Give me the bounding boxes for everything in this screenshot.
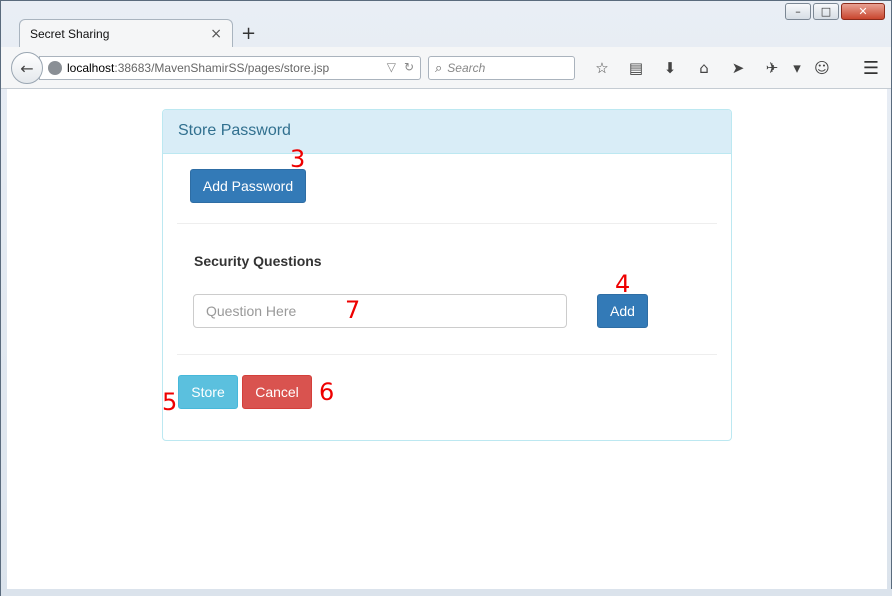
back-button[interactable]: ← — [11, 52, 43, 84]
globe-icon — [48, 61, 62, 75]
add-question-button[interactable]: Add — [597, 294, 648, 328]
add-password-button[interactable]: Add Password — [190, 169, 306, 203]
toolbar-icons: ☆ ▤ ⬇ ⌂ ➤ ✈ ▾ ☺ — [585, 58, 839, 78]
addon-icon[interactable]: ✈ — [755, 58, 789, 78]
search-input[interactable]: ⌕ Search — [428, 56, 575, 80]
navigation-bar: localhost :38683/MavenShamirSS/pages/sto… — [1, 47, 891, 89]
page-content: Store Password Add Password Security Que… — [7, 89, 887, 589]
home-icon[interactable]: ⌂ — [687, 58, 721, 78]
cancel-button[interactable]: Cancel — [242, 375, 312, 409]
reload-icon[interactable]: ↻ — [404, 60, 414, 74]
store-button[interactable]: Store — [178, 375, 238, 409]
send-icon[interactable]: ➤ — [721, 58, 755, 78]
panel-heading: Store Password — [163, 110, 731, 154]
url-dropdown-icon[interactable]: ▽ — [387, 60, 396, 74]
dropdown-icon[interactable]: ▾ — [789, 58, 805, 78]
store-password-panel: Store Password Add Password Security Que… — [162, 109, 732, 441]
annotation-7: 7 — [345, 296, 361, 324]
annotation-3: 3 — [290, 145, 306, 173]
url-path: :38683/MavenShamirSS/pages/store.jsp — [114, 61, 330, 75]
download-icon[interactable]: ⬇ — [653, 58, 687, 78]
question-input[interactable] — [193, 294, 567, 328]
bookmark-star-icon[interactable]: ☆ — [585, 58, 619, 78]
tab-strip: Secret Sharing × + — [1, 1, 891, 48]
close-icon[interactable]: × — [210, 26, 222, 42]
new-tab-icon[interactable]: + — [241, 23, 256, 44]
security-questions-label: Security Questions — [194, 253, 322, 269]
browser-window: – □ ✕ Secret Sharing × + localhost :3868… — [0, 0, 892, 596]
tab-secret-sharing[interactable]: Secret Sharing × — [19, 19, 233, 48]
divider — [177, 223, 717, 224]
annotation-4: 4 — [615, 270, 631, 298]
search-placeholder: Search — [447, 61, 486, 75]
window-bottom-border — [1, 589, 892, 596]
tab-title: Secret Sharing — [30, 27, 110, 41]
url-tools: ▽ ↻ — [387, 60, 414, 74]
search-icon: ⌕ — [435, 60, 443, 76]
annotation-5: 5 — [162, 388, 178, 416]
divider — [177, 354, 717, 355]
url-bar[interactable]: localhost :38683/MavenShamirSS/pages/sto… — [39, 56, 421, 80]
chat-icon[interactable]: ☺ — [805, 58, 839, 78]
annotation-6: 6 — [319, 378, 335, 406]
url-host: localhost — [67, 61, 115, 75]
reading-list-icon[interactable]: ▤ — [619, 58, 653, 78]
back-arrow-icon: ← — [20, 58, 34, 78]
hamburger-menu-icon[interactable]: ☰ — [863, 58, 879, 79]
